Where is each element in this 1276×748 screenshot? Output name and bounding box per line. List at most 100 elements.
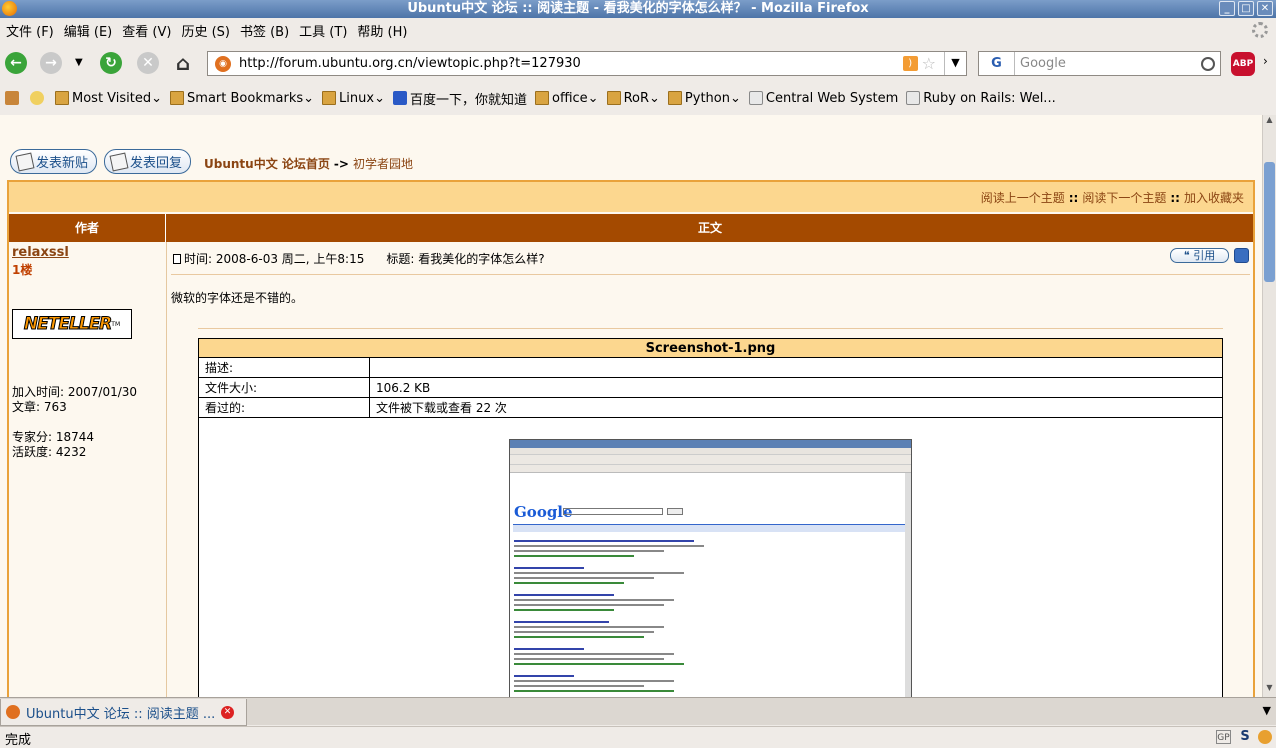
post-count: 文章: 763 [12, 400, 67, 414]
scrollbar-thumb[interactable] [1264, 162, 1275, 282]
scroll-down-icon[interactable]: ▼ [1263, 683, 1276, 696]
sync-status-icon[interactable]: S [1238, 730, 1252, 744]
tab-label: Ubuntu中文 论坛 :: 阅读主题 ... [26, 706, 216, 722]
rss-feed-icon[interactable]: ) [902, 56, 918, 71]
bookmark-smart-bookmarks[interactable]: Smart Bookmarks ⌄ [170, 91, 314, 106]
breadcrumb: Ubuntu中文 论坛首页 -> 初学者园地 [204, 157, 413, 171]
gp-status-icon[interactable]: GP [1216, 730, 1231, 744]
toolbar-overflow-icon[interactable]: › [1263, 54, 1268, 68]
menu-bookmarks[interactable]: 书签 (B) [240, 21, 289, 40]
history-dropdown-icon[interactable]: ▼ [75, 57, 83, 68]
url-dropdown-icon[interactable]: ▼ [944, 52, 966, 75]
bookmark-ror[interactable]: RoR ⌄ [606, 91, 660, 106]
folder-icon [55, 91, 69, 105]
downloads-icon[interactable] [5, 91, 22, 105]
post-header: 时间: 2008-6-03 周二, 上午8:15 标题: 看我美化的字体怎么样? [173, 250, 545, 267]
author-username-link[interactable]: relaxssl [12, 245, 69, 260]
page-icon [748, 91, 763, 105]
reload-button[interactable]: ↻ [100, 52, 122, 74]
attachment-box: Screenshot-1.png 描述: 文件大小: 106.2 KB 看过的: 文… [198, 338, 1223, 697]
prev-topic-link[interactable]: 阅读上一个主题 [981, 191, 1065, 205]
folder-icon [606, 91, 621, 105]
forum-post-table: 阅读上一个主题:: 阅读下一个主题:: 加入收藏夹 作者 正文 relaxssl 1… [7, 180, 1255, 697]
table-header: 作者 正文 [9, 214, 1253, 242]
baidu-icon [392, 91, 407, 105]
add-favorite-link[interactable]: 加入收藏夹 [1184, 191, 1244, 205]
menu-view[interactable]: 查看 (V) [122, 21, 171, 40]
bookmark-baidu[interactable]: 百度一下，你就知道 [392, 89, 527, 108]
attachment-divider [198, 328, 1223, 329]
reload-icon: ↻ [105, 55, 117, 71]
back-button[interactable]: ← [5, 52, 27, 74]
forward-arrow-icon: → [45, 55, 57, 71]
throbber-icon [1252, 22, 1268, 38]
post-subject: 标题: 看我美化的字体怎么样? [386, 252, 545, 266]
scroll-up-icon[interactable]: ▲ [1263, 115, 1276, 128]
adblock-plus-icon[interactable]: ABP [1231, 52, 1255, 76]
bookmark-ruby-on-rails[interactable]: Ruby on Rails: Wel... [906, 91, 1056, 106]
bookmark-manager-icon[interactable] [30, 91, 47, 105]
back-arrow-icon: ← [10, 55, 22, 71]
breadcrumb-current-link[interactable]: 初学者园地 [353, 157, 413, 171]
bookmark-python[interactable]: Python ⌄ [667, 91, 741, 106]
bookmarks-toolbar: Most Visited ⌄ Smart Bookmarks ⌄ Linux ⌄ 百度… [0, 86, 1276, 110]
menu-file[interactable]: 文件 (F) [6, 21, 54, 40]
folder-icon [170, 91, 185, 105]
home-button[interactable]: ⌂ [172, 51, 194, 75]
post-panel: 时间: 2008-6-03 周二, 上午8:15 标题: 看我美化的字体怎么样?… [168, 242, 1253, 697]
post-floor-number: 1楼 [12, 263, 33, 277]
post-time: 时间: 2008-6-03 周二, 上午8:15 [184, 252, 365, 266]
attachment-row-views: 看过的: 文件被下载或查看 22 次 [199, 398, 1222, 418]
stop-button[interactable]: ✕ [137, 52, 159, 74]
status-text: 完成 [5, 733, 32, 748]
bookmark-linux[interactable]: Linux ⌄ [322, 91, 385, 106]
search-icon[interactable] [1201, 56, 1215, 71]
page-icon [906, 91, 921, 105]
menu-help[interactable]: 帮助 (H) [357, 21, 407, 40]
new-topic-button[interactable]: 发表新贴 [10, 149, 98, 174]
bookmark-star-icon[interactable]: ☆ [922, 54, 936, 73]
home-icon: ⌂ [175, 51, 191, 75]
tab-list-dropdown-icon[interactable]: ▼ [1263, 704, 1271, 717]
vertical-scrollbar[interactable]: ▲ ▼ [1262, 115, 1276, 697]
search-input[interactable]: Google [1020, 56, 1201, 71]
bookmark-office[interactable]: office ⌄ [534, 91, 599, 106]
bookmark-central-web-system[interactable]: Central Web System [748, 91, 898, 106]
menu-edit[interactable]: 编辑 (E) [64, 21, 113, 40]
url-text[interactable]: http://forum.ubuntu.org.cn/viewtopic.php… [239, 56, 903, 71]
tab-close-icon[interactable]: ✕ [221, 706, 234, 719]
search-engine-icon[interactable]: G [979, 52, 1015, 75]
activity-score: 活跃度: 4232 [12, 445, 87, 459]
next-topic-link[interactable]: 阅读下一个主题 [1082, 191, 1166, 205]
reply-button[interactable]: 发表回复 [104, 149, 192, 174]
window-title-bar: Ubuntu中文 论坛 :: 阅读主题 - 看我美化的字体怎么样？ - Mozi… [0, 0, 1276, 18]
bookmark-most-visited[interactable]: Most Visited ⌄ [55, 91, 162, 106]
addon-status-icon[interactable] [1258, 730, 1272, 744]
forward-button[interactable]: → [40, 52, 62, 74]
breadcrumb-home-link[interactable]: Ubuntu中文 论坛首页 [204, 157, 330, 171]
profile-icon[interactable] [1234, 248, 1249, 263]
close-button[interactable]: ✕ [1257, 1, 1273, 16]
tab-strip: Ubuntu中文 论坛 :: 阅读主题 ... ✕ ▼ [0, 697, 1276, 726]
quote-icon: ❝ [1183, 249, 1190, 262]
author-column-header: 作者 [9, 214, 166, 242]
maximize-button[interactable]: □ [1238, 1, 1254, 16]
menu-history[interactable]: 历史 (S) [181, 21, 230, 40]
stop-icon: ✕ [142, 55, 154, 71]
navigation-toolbar: ← → ▼ ↻ ✕ ⌂ ◉ http://forum.ubuntu.org.cn… [0, 44, 1276, 82]
tab-forum-topic[interactable]: Ubuntu中文 论坛 :: 阅读主题 ... ✕ [0, 699, 247, 726]
attachment-screenshot-image[interactable]: Google [509, 439, 912, 697]
menu-tools[interactable]: 工具 (T) [299, 21, 347, 40]
page-content: 发表新贴 发表回复 Ubuntu中文 论坛首页 -> 初学者园地 阅读上一个主题::… [0, 115, 1262, 697]
minimize-button[interactable]: _ [1219, 1, 1235, 16]
folder-icon [667, 91, 682, 105]
post-pencil-icon [15, 152, 35, 171]
post-divider [171, 274, 1250, 275]
author-panel: relaxssl 1楼 NETELLER TM 加入时间: 2007/01/30 … [9, 242, 167, 697]
url-bar[interactable]: ◉ http://forum.ubuntu.org.cn/viewtopic.p… [207, 51, 967, 76]
quote-button[interactable]: ❝ 引用 [1170, 248, 1229, 263]
search-bar[interactable]: G Google [978, 51, 1221, 76]
attachment-row-filesize: 文件大小: 106.2 KB [199, 378, 1222, 398]
folder-icon [322, 91, 337, 105]
attachment-image-area: Google [199, 418, 1222, 697]
